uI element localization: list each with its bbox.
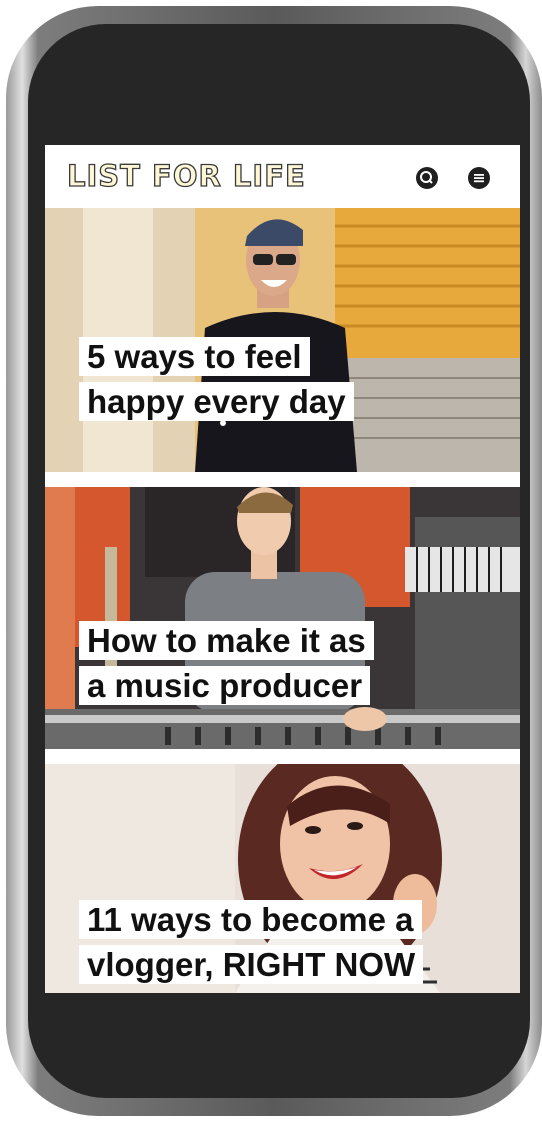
article-headline: 11 ways to become a vlogger, RIGHT NOW (79, 900, 424, 990)
headline-line: a music producer (79, 666, 371, 705)
article-headline: How to make it as a music producer (79, 621, 374, 711)
app-header: LIST FOR LIFE (45, 145, 520, 208)
article-card-vlogger[interactable]: 11 ways to become a vlogger, RIGHT NOW (45, 764, 520, 993)
article-headline: 5 ways to feel happy every day (79, 337, 354, 427)
phone-screen: LIST FOR LIFE 5 ways to feel happy every… (45, 145, 520, 993)
search-icon (420, 171, 433, 184)
stage: LIST FOR LIFE 5 ways to feel happy every… (0, 0, 542, 1121)
menu-button[interactable] (468, 167, 490, 189)
app-logo[interactable]: LIST FOR LIFE (66, 158, 306, 193)
headline-line: 5 ways to feel (79, 337, 310, 376)
headline-line: How to make it as (79, 621, 374, 660)
article-card-happy[interactable]: 5 ways to feel happy every day (45, 208, 520, 472)
headline-line: happy every day (79, 382, 354, 421)
article-card-music-producer[interactable]: How to make it as a music producer (45, 487, 520, 749)
search-button[interactable] (416, 167, 438, 189)
menu-icon (474, 174, 484, 183)
headline-line: 11 ways to become a (79, 900, 422, 939)
headline-line: vlogger, RIGHT NOW (79, 945, 424, 984)
